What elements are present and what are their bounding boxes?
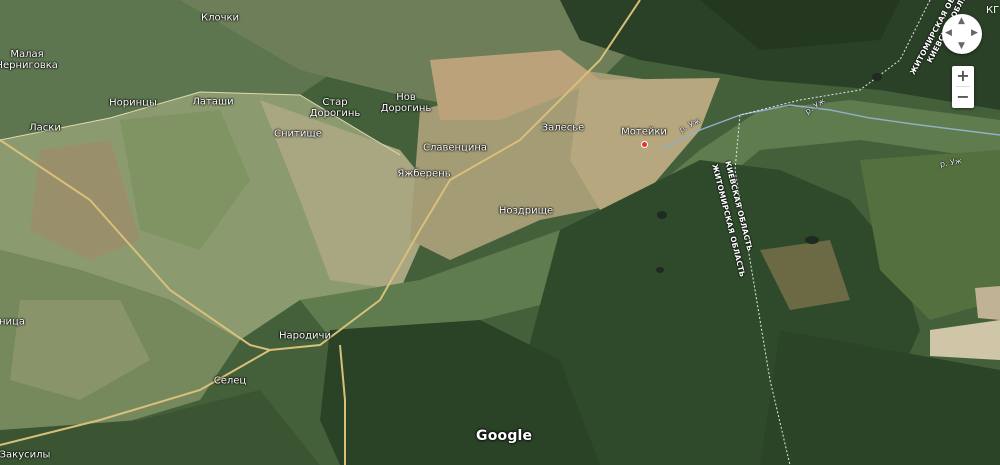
place-label-snitische[interactable]: Снитище <box>274 129 322 140</box>
pan-down-icon[interactable]: ▼ <box>958 42 965 51</box>
zoom-in-button[interactable]: + <box>952 66 974 86</box>
place-label-nov-doroginy[interactable]: Нов Дорогинь <box>381 92 432 114</box>
place-label-laski[interactable]: Ласки <box>29 123 61 134</box>
google-logo: Google <box>476 428 533 444</box>
zoom-control: + − <box>952 66 974 108</box>
place-label-nitsa[interactable]: ница <box>0 317 25 328</box>
satellite-map[interactable]: Малая Черниговка Клочки Норинцы Латаши С… <box>0 0 1000 465</box>
place-label-star-doroginy[interactable]: Стар Дорогинь <box>310 97 361 119</box>
place-label-selets[interactable]: Селец <box>214 376 247 387</box>
place-label-norintsy[interactable]: Норинцы <box>109 98 157 109</box>
place-label-klochki[interactable]: Клочки <box>201 13 239 24</box>
place-label-slaventsyna[interactable]: Славенцина <box>423 143 487 154</box>
place-label-latashi[interactable]: Латаши <box>192 97 233 108</box>
satellite-imagery <box>0 0 1000 465</box>
place-label-narodichi[interactable]: Народичи <box>279 331 331 342</box>
place-label-malaya-chernigovka[interactable]: Малая Черниговка <box>0 49 58 71</box>
pan-up-icon[interactable]: ▲ <box>958 17 965 26</box>
pan-left-icon[interactable]: ◀ <box>945 29 952 38</box>
place-label-nozdrische[interactable]: Ноздрище <box>499 206 553 217</box>
zoom-out-button[interactable]: − <box>952 87 974 107</box>
pan-control[interactable]: ▲ ▼ ◀ ▶ <box>942 14 982 54</box>
place-label-zakusily[interactable]: Закусилы <box>0 450 50 461</box>
place-label-moteyki[interactable]: Мотейки <box>621 127 667 138</box>
corner-label: КГ <box>986 5 1000 16</box>
location-marker[interactable] <box>641 141 648 148</box>
place-label-zalesye[interactable]: Залесье <box>542 123 585 134</box>
pan-right-icon[interactable]: ▶ <box>971 29 978 38</box>
place-label-yazhberen[interactable]: Яжберень <box>397 169 450 180</box>
